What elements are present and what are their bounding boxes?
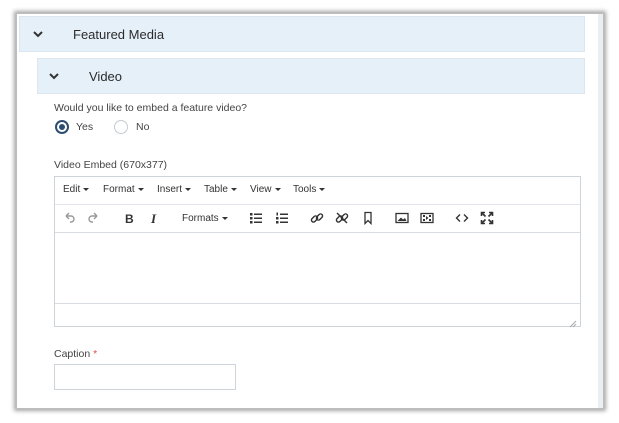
panel-title: Video (89, 69, 123, 84)
fullscreen-icon[interactable] (480, 211, 494, 225)
svg-text:I: I (150, 211, 157, 225)
image-icon[interactable] (395, 211, 409, 225)
video-embed-label: Video Embed (670x377) (54, 159, 168, 171)
caret-down-icon (274, 187, 281, 191)
bullet-list-icon[interactable] (249, 211, 263, 225)
caption-label: Caption * (54, 348, 97, 360)
unlink-icon[interactable] (335, 211, 349, 225)
radio-yes[interactable] (55, 120, 69, 134)
menu-edit[interactable]: Edit (63, 184, 90, 195)
rich-text-editor: Edit Format Insert Table View Tools B I … (54, 176, 581, 328)
required-marker: * (93, 348, 98, 360)
caption-label-text: Caption (54, 348, 91, 360)
bookmark-icon[interactable] (361, 211, 375, 225)
caret-down-icon (185, 187, 192, 191)
radio-no-label[interactable]: No (136, 120, 149, 134)
menu-format[interactable]: Format (103, 184, 144, 195)
embed-question: Would you like to embed a feature video? (54, 102, 248, 114)
radio-yes-label[interactable]: Yes (76, 120, 93, 134)
editor-menubar: Edit Format Insert Table View Tools (55, 177, 580, 205)
editor-statusbar (55, 304, 580, 328)
numbered-list-icon[interactable] (275, 211, 289, 225)
editor-toolbar: B I Formats (55, 204, 580, 233)
menu-tools-label: Tools (293, 184, 317, 195)
menu-view[interactable]: View (250, 184, 281, 195)
chevron-down-icon[interactable] (48, 70, 60, 82)
formats-dropdown[interactable]: Formats (182, 213, 228, 224)
menu-edit-label: Edit (63, 184, 81, 195)
formats-label: Formats (182, 213, 219, 224)
form-window: Featured Media Video Would you like to e… (16, 13, 604, 409)
link-icon[interactable] (310, 211, 324, 225)
panel-title: Featured Media (73, 27, 165, 42)
caret-down-icon (230, 187, 237, 191)
italic-icon[interactable]: I (147, 211, 161, 225)
resize-handle-icon[interactable] (569, 315, 577, 328)
chevron-down-icon[interactable] (32, 28, 44, 40)
menu-insert-label: Insert (157, 184, 183, 195)
source-code-icon[interactable] (455, 211, 469, 225)
caption-input[interactable] (54, 364, 236, 390)
scrollbar[interactable] (598, 14, 603, 408)
menu-table[interactable]: Table (204, 184, 237, 195)
menu-tools[interactable]: Tools (293, 184, 326, 195)
caret-down-icon (137, 187, 144, 191)
menu-view-label: View (250, 184, 272, 195)
redo-icon[interactable] (87, 211, 101, 225)
svg-text:B: B (125, 212, 134, 225)
radio-no[interactable] (114, 120, 128, 134)
featured-media-panel-header[interactable]: Featured Media (19, 16, 585, 52)
caret-down-icon (319, 187, 326, 191)
menu-insert[interactable]: Insert (157, 184, 192, 195)
menu-table-label: Table (204, 184, 228, 195)
menu-format-label: Format (103, 184, 135, 195)
caret-down-icon (221, 216, 228, 220)
video-panel-header[interactable]: Video (37, 58, 585, 94)
bold-icon[interactable]: B (122, 211, 136, 225)
caret-down-icon (83, 187, 90, 191)
undo-icon[interactable] (62, 211, 76, 225)
editor-content-area[interactable] (55, 233, 580, 304)
media-icon[interactable] (420, 211, 434, 225)
